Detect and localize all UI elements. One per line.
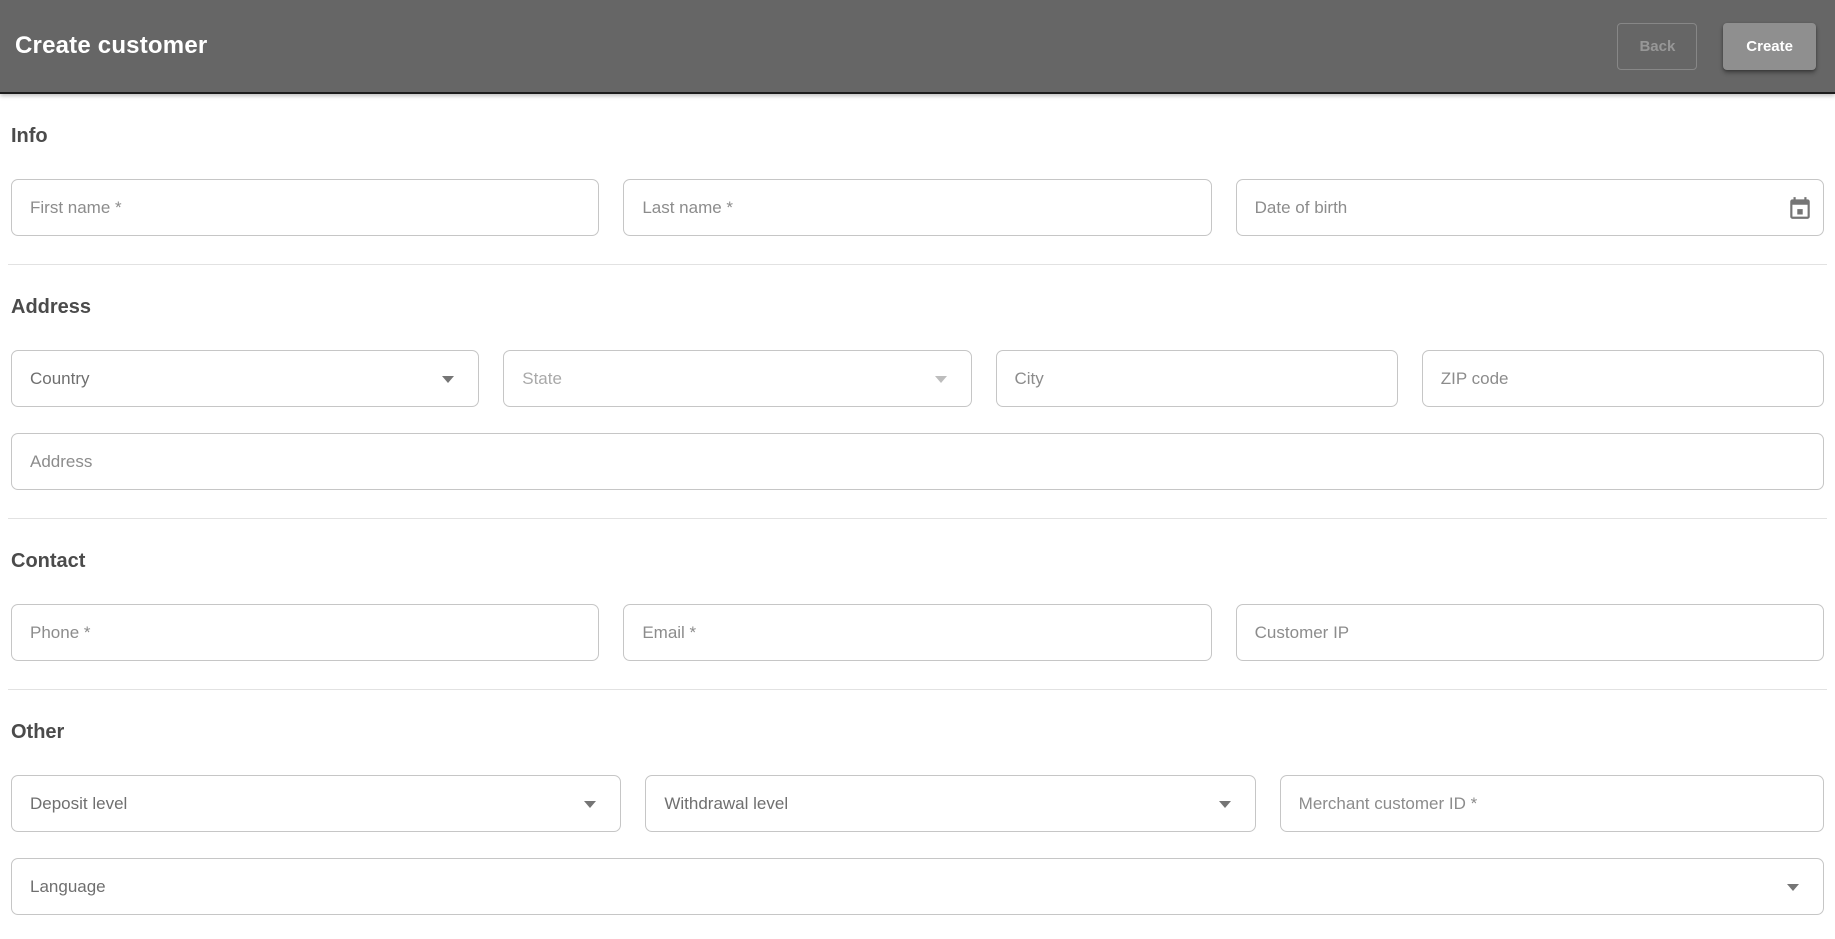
country-select-label: Country (30, 369, 90, 389)
appbar: Create customer Back Create (0, 0, 1835, 94)
dropdown-arrow-icon (442, 376, 454, 383)
deposit-level-select[interactable]: Deposit level (11, 775, 621, 832)
first-name-field-wrap (11, 179, 599, 236)
merchant-customer-id-input[interactable] (1280, 775, 1824, 832)
date-of-birth-input[interactable] (1236, 179, 1824, 236)
calendar-icon[interactable] (1786, 194, 1814, 222)
section-title-address: Address (11, 295, 1824, 320)
withdrawal-level-select-label: Withdrawal level (664, 794, 788, 814)
first-name-input[interactable] (11, 179, 599, 236)
dropdown-arrow-icon (935, 376, 947, 383)
customer-ip-input[interactable] (1236, 604, 1824, 661)
zip-code-field-wrap (1422, 350, 1824, 407)
language-select-label: Language (30, 877, 106, 897)
dropdown-arrow-icon (1219, 801, 1231, 808)
withdrawal-level-select[interactable]: Withdrawal level (645, 775, 1255, 832)
email-field-wrap (623, 604, 1211, 661)
divider (8, 264, 1827, 265)
phone-input[interactable] (11, 604, 599, 661)
section-title-other: Other (11, 720, 1824, 745)
last-name-field-wrap (623, 179, 1211, 236)
city-input[interactable] (996, 350, 1398, 407)
back-button[interactable]: Back (1617, 23, 1697, 70)
deposit-level-select-label: Deposit level (30, 794, 127, 814)
other-row-2: Language (11, 858, 1824, 915)
merchant-customer-id-field-wrap (1280, 775, 1824, 832)
info-row (11, 179, 1824, 236)
divider (8, 689, 1827, 690)
other-row-1: Deposit level Withdrawal level (11, 775, 1824, 832)
address-input[interactable] (11, 433, 1824, 490)
appbar-actions: Back Create (1617, 23, 1816, 70)
date-of-birth-field-wrap (1236, 179, 1824, 236)
city-field-wrap (996, 350, 1398, 407)
divider (8, 518, 1827, 519)
section-title-contact: Contact (11, 549, 1824, 574)
dropdown-arrow-icon (584, 801, 596, 808)
state-select-label: State (522, 369, 562, 389)
section-title-info: Info (11, 124, 1824, 149)
email-input[interactable] (623, 604, 1211, 661)
page-title: Create customer (15, 32, 207, 60)
create-button[interactable]: Create (1723, 23, 1816, 70)
last-name-input[interactable] (623, 179, 1211, 236)
address-row-1: Country State (11, 350, 1824, 407)
phone-field-wrap (11, 604, 599, 661)
language-select[interactable]: Language (11, 858, 1824, 915)
contact-row (11, 604, 1824, 661)
create-customer-page: Create customer Back Create Info (0, 0, 1835, 939)
address-row-2 (11, 433, 1824, 490)
zip-code-input[interactable] (1422, 350, 1824, 407)
form-body: Info Address Countr (0, 124, 1835, 915)
dropdown-arrow-icon (1787, 884, 1799, 891)
country-select[interactable]: Country (11, 350, 479, 407)
address-field-wrap (11, 433, 1824, 490)
state-select[interactable]: State (503, 350, 971, 407)
customer-ip-field-wrap (1236, 604, 1824, 661)
